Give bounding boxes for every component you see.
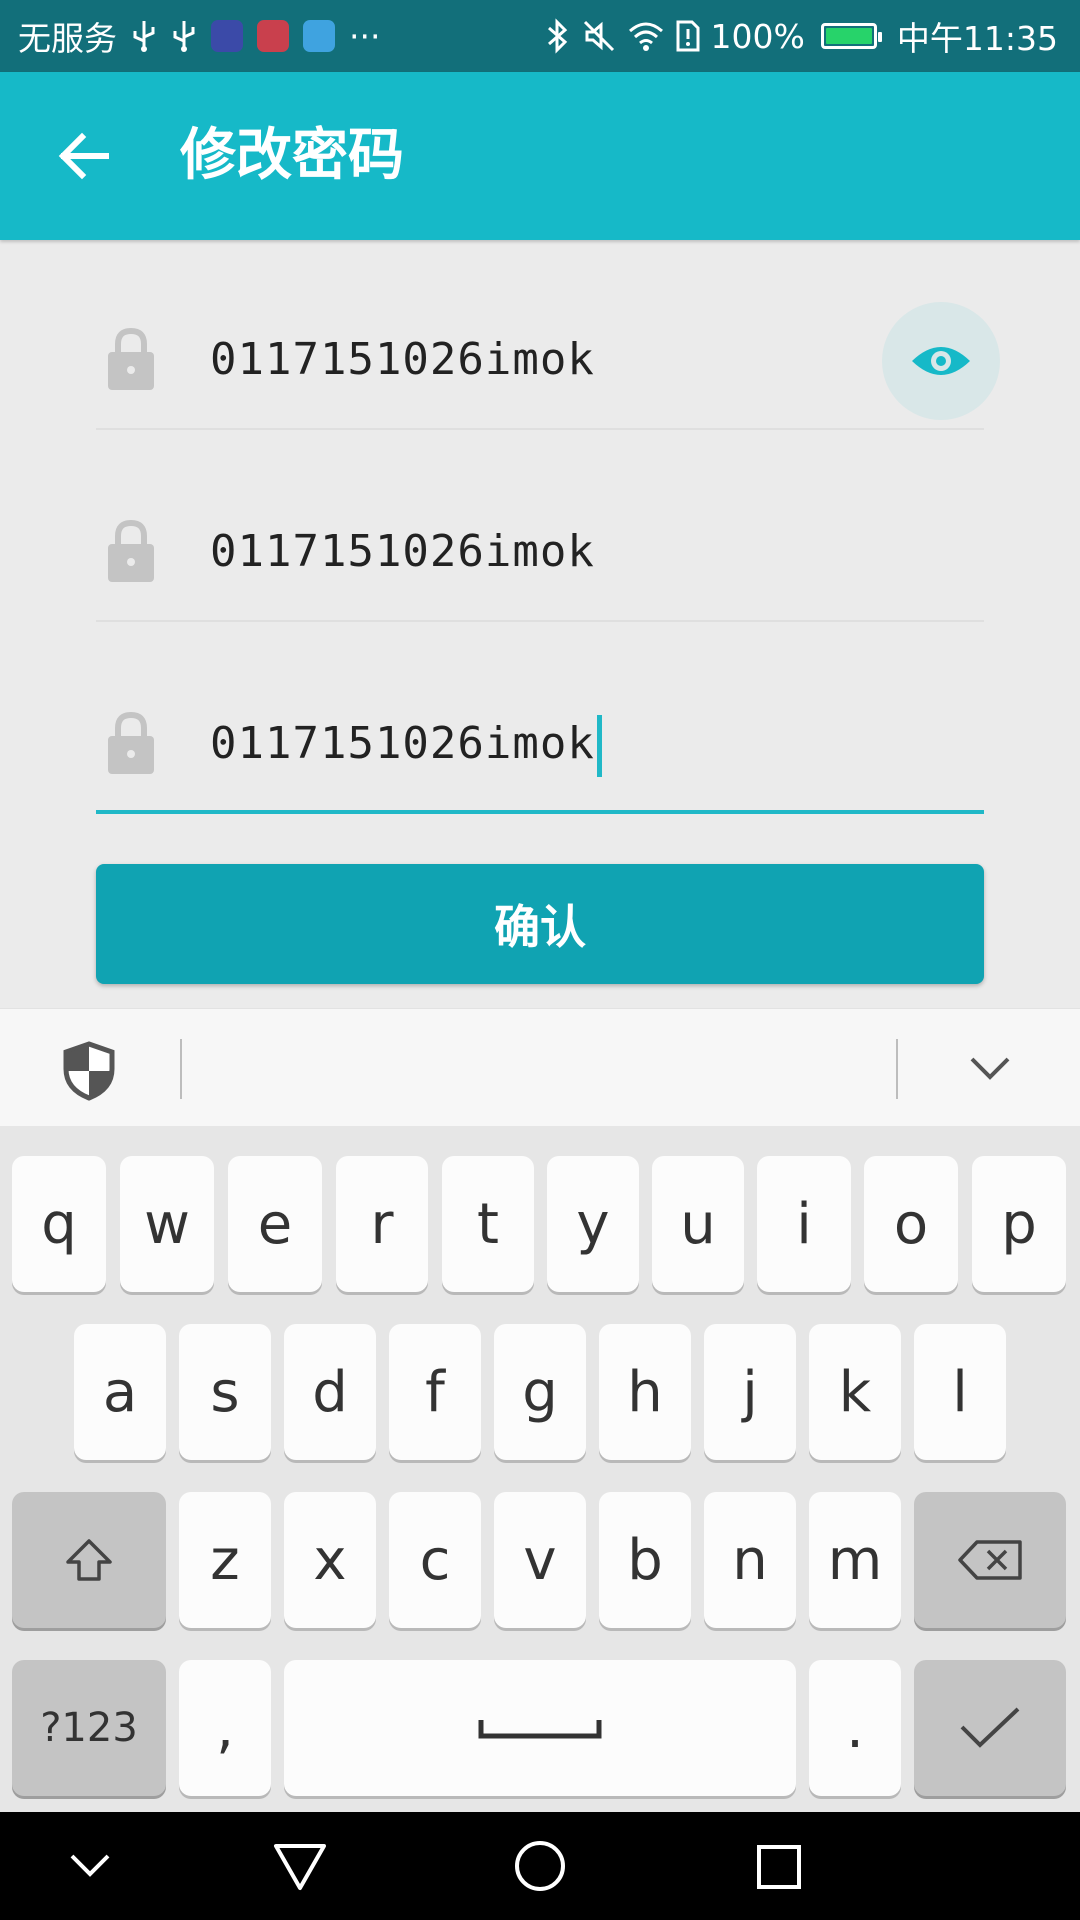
new-password-value: 0117151026imok bbox=[210, 526, 595, 577]
symbols-key[interactable]: ?123 bbox=[12, 1660, 166, 1796]
hide-keyboard-chevron-icon[interactable] bbox=[68, 1850, 112, 1880]
more-notifications-indicator: ··· bbox=[349, 16, 381, 56]
field-underline bbox=[96, 620, 984, 622]
lock-icon bbox=[108, 519, 154, 582]
space-key[interactable] bbox=[284, 1660, 796, 1796]
bluetooth-icon bbox=[547, 18, 567, 54]
key-w[interactable]: w bbox=[120, 1156, 214, 1292]
back-triangle-icon[interactable] bbox=[272, 1842, 328, 1892]
back-button[interactable] bbox=[52, 124, 116, 188]
status-bar: 无服务 ··· 100% 中午11:35 bbox=[0, 0, 1080, 72]
battery-percent: 100% bbox=[710, 16, 805, 56]
key-q[interactable]: q bbox=[12, 1156, 106, 1292]
key-d[interactable]: d bbox=[284, 1324, 376, 1460]
shift-key[interactable] bbox=[12, 1492, 166, 1628]
checkmark-icon bbox=[960, 1707, 1020, 1748]
key-k[interactable]: k bbox=[809, 1324, 901, 1460]
key-f[interactable]: f bbox=[389, 1324, 481, 1460]
key-y[interactable]: y bbox=[547, 1156, 639, 1292]
home-circle-icon[interactable] bbox=[513, 1839, 567, 1893]
old-password-value: 0117151026imok bbox=[210, 334, 595, 385]
key-t[interactable]: t bbox=[442, 1156, 534, 1292]
confirm-password-field[interactable]: 0117151026imok bbox=[96, 654, 984, 814]
toolbar-separator bbox=[180, 1039, 182, 1099]
system-nav-bar bbox=[0, 1812, 1080, 1920]
key-a[interactable]: a bbox=[74, 1324, 166, 1460]
mute-icon bbox=[583, 20, 614, 52]
space-bar-icon bbox=[478, 1720, 602, 1739]
period-key[interactable]: . bbox=[809, 1660, 901, 1796]
key-m[interactable]: m bbox=[809, 1492, 901, 1628]
key-b[interactable]: b bbox=[599, 1492, 691, 1628]
wifi-icon bbox=[628, 22, 663, 51]
app-notification-icon bbox=[257, 20, 289, 52]
recents-square-icon[interactable] bbox=[756, 1844, 802, 1890]
app-notification-icon bbox=[303, 20, 335, 52]
lock-icon bbox=[108, 327, 154, 390]
app-toolbar: 修改密码 bbox=[0, 72, 1080, 240]
confirm-button[interactable]: 确认 bbox=[96, 864, 984, 984]
key-h[interactable]: h bbox=[599, 1324, 691, 1460]
eye-icon bbox=[912, 347, 970, 375]
key-o[interactable]: o bbox=[864, 1156, 958, 1292]
confirm-password-value-wrap: 0117151026imok bbox=[210, 712, 602, 777]
key-x[interactable]: x bbox=[284, 1492, 376, 1628]
text-cursor bbox=[596, 715, 602, 777]
app-notification-icon bbox=[211, 20, 243, 52]
comma-key[interactable]: , bbox=[179, 1660, 271, 1796]
usb-icon bbox=[133, 21, 155, 52]
battery-charging-icon bbox=[820, 23, 882, 49]
key-n[interactable]: n bbox=[704, 1492, 796, 1628]
old-password-field[interactable]: 0117151026imok bbox=[96, 270, 984, 430]
show-password-toggle[interactable] bbox=[882, 302, 1000, 420]
key-g[interactable]: g bbox=[494, 1324, 586, 1460]
page-title: 修改密码 bbox=[180, 123, 404, 188]
clock: 中午11:35 bbox=[896, 19, 1058, 58]
key-j[interactable]: j bbox=[704, 1324, 796, 1460]
key-u[interactable]: u bbox=[652, 1156, 744, 1292]
backspace-key[interactable] bbox=[914, 1492, 1066, 1628]
toolbar-separator bbox=[896, 1039, 898, 1099]
key-l[interactable]: l bbox=[914, 1324, 1006, 1460]
sim-alert-icon bbox=[676, 20, 700, 52]
field-underline-active bbox=[96, 810, 984, 814]
shield-icon[interactable] bbox=[62, 1041, 116, 1101]
key-z[interactable]: z bbox=[179, 1492, 271, 1628]
lock-icon bbox=[108, 711, 154, 774]
carrier-label: 无服务 bbox=[18, 19, 117, 58]
arrow-left-icon bbox=[58, 132, 109, 180]
chevron-down-icon[interactable] bbox=[968, 1053, 1012, 1083]
key-i[interactable]: i bbox=[757, 1156, 851, 1292]
soft-keyboard: q w e r t y u i o p a s d f g h j k l z … bbox=[0, 1126, 1080, 1812]
key-e[interactable]: e bbox=[228, 1156, 322, 1292]
shift-arrow-icon bbox=[66, 1539, 112, 1581]
confirm-password-value: 0117151026imok bbox=[210, 718, 595, 769]
backspace-icon bbox=[958, 1540, 1022, 1580]
usb-icon bbox=[173, 21, 195, 52]
new-password-field[interactable]: 0117151026imok bbox=[96, 462, 984, 622]
field-underline bbox=[96, 428, 984, 430]
key-p[interactable]: p bbox=[972, 1156, 1066, 1292]
key-c[interactable]: c bbox=[389, 1492, 481, 1628]
key-v[interactable]: v bbox=[494, 1492, 586, 1628]
enter-key[interactable] bbox=[914, 1660, 1066, 1796]
keyboard-toolbar bbox=[0, 1008, 1080, 1126]
key-r[interactable]: r bbox=[336, 1156, 428, 1292]
key-s[interactable]: s bbox=[179, 1324, 271, 1460]
